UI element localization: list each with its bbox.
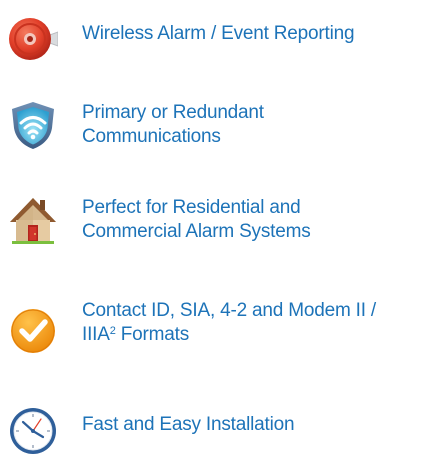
feature-text: Wireless Alarm / Event Reporting xyxy=(82,22,427,46)
feature-text: Perfect for Residential and Commercial A… xyxy=(82,196,427,244)
house-icon xyxy=(8,196,58,246)
clock-icon xyxy=(8,406,58,456)
wifi-shield-icon xyxy=(8,100,58,150)
feature-line: IIIA2 Formats xyxy=(82,323,427,347)
format-suffix: Formats xyxy=(115,324,189,345)
alarm-bell-icon xyxy=(8,14,58,64)
format-name: IIIA xyxy=(82,324,110,345)
feature-line: Fast and Easy Installation xyxy=(82,414,295,435)
feature-line: Commercial Alarm Systems xyxy=(82,221,311,242)
feature-text: Contact ID, SIA, 4-2 and Modem II / IIIA… xyxy=(82,299,427,347)
feature-line: Contact ID, SIA, 4-2 and Modem II / xyxy=(82,300,376,321)
feature-line: Perfect for Residential and xyxy=(82,197,301,218)
feature-line: Communications xyxy=(82,126,221,147)
checkmark-icon xyxy=(8,306,58,356)
feature-text: Primary or Redundant Communications xyxy=(82,101,427,149)
feature-line: Wireless Alarm / Event Reporting xyxy=(82,23,355,44)
feature-line: Primary or Redundant xyxy=(82,102,264,123)
feature-text: Fast and Easy Installation xyxy=(82,413,427,437)
